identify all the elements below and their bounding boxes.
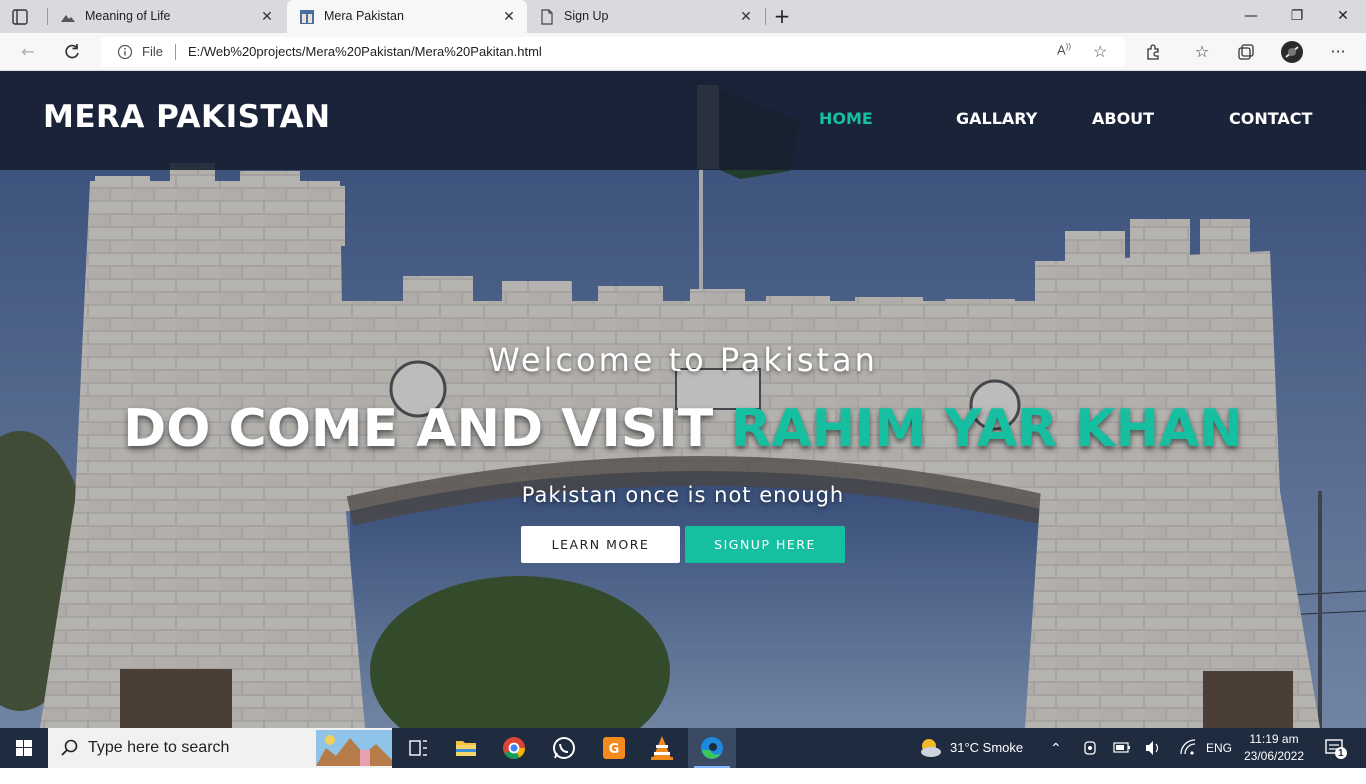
notifications-icon[interactable]: 1 — [1324, 728, 1348, 768]
headline-text: DO COME AND VISIT — [123, 399, 714, 459]
taskbar-clock[interactable]: 11‎:19 am 23/06/2022 — [1240, 731, 1308, 765]
task-view-icon[interactable] — [394, 728, 442, 768]
learn-more-button[interactable]: LEARN MORE — [521, 526, 680, 563]
weather-icon[interactable] — [918, 728, 942, 768]
window-close-icon[interactable]: ✕ — [1320, 0, 1366, 33]
signup-button[interactable]: SIGNUP HERE — [685, 526, 845, 563]
search-icon — [60, 738, 80, 758]
scheme-label: File — [142, 44, 163, 59]
volume-icon[interactable] — [1144, 728, 1162, 768]
tab-title: Mera Pakistan — [324, 9, 404, 23]
tab-title: Sign Up — [564, 9, 609, 23]
tab-meaning-of-life[interactable]: Meaning of Life ✕ — [48, 0, 285, 33]
browser-toolbar: ← File E:/Web%20projects/Mera%20Pakistan… — [0, 33, 1366, 71]
chevron-up-icon[interactable]: ⌃ — [1050, 728, 1062, 768]
clock-time: 11‎:19 am — [1249, 732, 1299, 746]
weather-text[interactable]: 31°C Smoke — [950, 728, 1023, 768]
divider — [175, 44, 176, 60]
back-arrow-icon[interactable]: ← — [16, 40, 40, 64]
tab-sign-up[interactable]: Sign Up ✕ — [527, 0, 764, 33]
page-viewport: MERA PAKISTAN HOME GALLARY ABOUT CONTACT… — [0, 71, 1366, 728]
tab-separator — [765, 8, 766, 25]
svg-text:G: G — [609, 742, 620, 757]
site-logo[interactable]: MERA PAKISTAN — [43, 99, 331, 135]
headline-accent-text: RAHIM YAR KHAN — [731, 399, 1243, 459]
read-aloud-icon[interactable]: A)) — [1057, 42, 1071, 57]
profile-avatar[interactable] — [1280, 40, 1304, 64]
search-placeholder: Type here to search — [88, 739, 230, 756]
chrome-icon[interactable] — [490, 728, 538, 768]
extensions-icon[interactable] — [1141, 40, 1165, 64]
browser-tab-strip: Meaning of Life ✕ Mera Pakistan ✕ Sign U… — [0, 0, 1366, 33]
info-icon[interactable] — [117, 44, 133, 60]
taskbar-search-box[interactable]: Type here to search — [48, 728, 392, 768]
close-icon[interactable]: ✕ — [738, 8, 754, 24]
close-icon[interactable]: ✕ — [501, 8, 517, 24]
vlc-icon[interactable] — [638, 728, 686, 768]
close-icon[interactable]: ✕ — [259, 8, 275, 24]
tab-mera-pakistan[interactable]: Mera Pakistan ✕ — [287, 0, 527, 33]
nav-gallary[interactable]: GALLARY — [956, 109, 1037, 128]
language-indicator[interactable]: ENG — [1206, 728, 1232, 768]
more-options-icon[interactable]: ··· — [1326, 40, 1350, 64]
presentation-app-icon[interactable]: G — [590, 728, 638, 768]
whatsapp-icon[interactable] — [540, 728, 588, 768]
tab-title: Meaning of Life — [85, 9, 171, 23]
wifi-icon[interactable] — [1178, 728, 1196, 768]
welcome-heading: Welcome to Pakistan — [488, 341, 878, 379]
collections-icon[interactable] — [1234, 40, 1258, 64]
meet-now-icon[interactable] — [1082, 728, 1098, 768]
windows-taskbar: Type here to search G 31°C Smoke ⌃ ENG 1… — [0, 728, 1366, 768]
document-icon — [539, 9, 555, 25]
nav-home[interactable]: HOME — [819, 109, 873, 128]
nav-contact[interactable]: CONTACT — [1229, 109, 1312, 128]
edge-icon[interactable] — [688, 728, 736, 768]
tab-actions-icon[interactable] — [10, 7, 30, 27]
search-highlight-icon — [316, 730, 392, 766]
address-bar[interactable]: File E:/Web%20projects/Mera%20Pakistan/M… — [101, 37, 1125, 67]
minimize-icon[interactable]: — — [1228, 0, 1274, 33]
refresh-icon[interactable] — [60, 40, 84, 64]
add-favorite-icon[interactable]: ☆ — [1093, 42, 1107, 62]
url-text[interactable]: E:/Web%20projects/Mera%20Pakistan/Mera%2… — [188, 44, 542, 59]
site-navbar: MERA PAKISTAN HOME GALLARY ABOUT CONTACT — [0, 71, 1366, 170]
favorites-icon[interactable]: ☆ — [1190, 40, 1214, 64]
mountain-icon — [60, 9, 76, 25]
hero-tagline: Pakistan once is not enough — [521, 483, 845, 507]
battery-icon[interactable] — [1113, 728, 1131, 768]
restore-icon[interactable]: ❐ — [1274, 0, 1320, 33]
file-explorer-icon[interactable] — [442, 728, 490, 768]
nav-about[interactable]: ABOUT — [1092, 109, 1154, 128]
hero-headline: DO COME AND VISIT RAHIM YAR KHAN — [0, 399, 1366, 459]
new-tab-icon[interactable]: + — [772, 6, 792, 26]
clock-date: 23/06/2022 — [1243, 749, 1305, 763]
notification-count: 1 — [1338, 748, 1344, 759]
page-favicon-icon — [299, 9, 315, 25]
windows-start-icon[interactable] — [0, 728, 48, 768]
